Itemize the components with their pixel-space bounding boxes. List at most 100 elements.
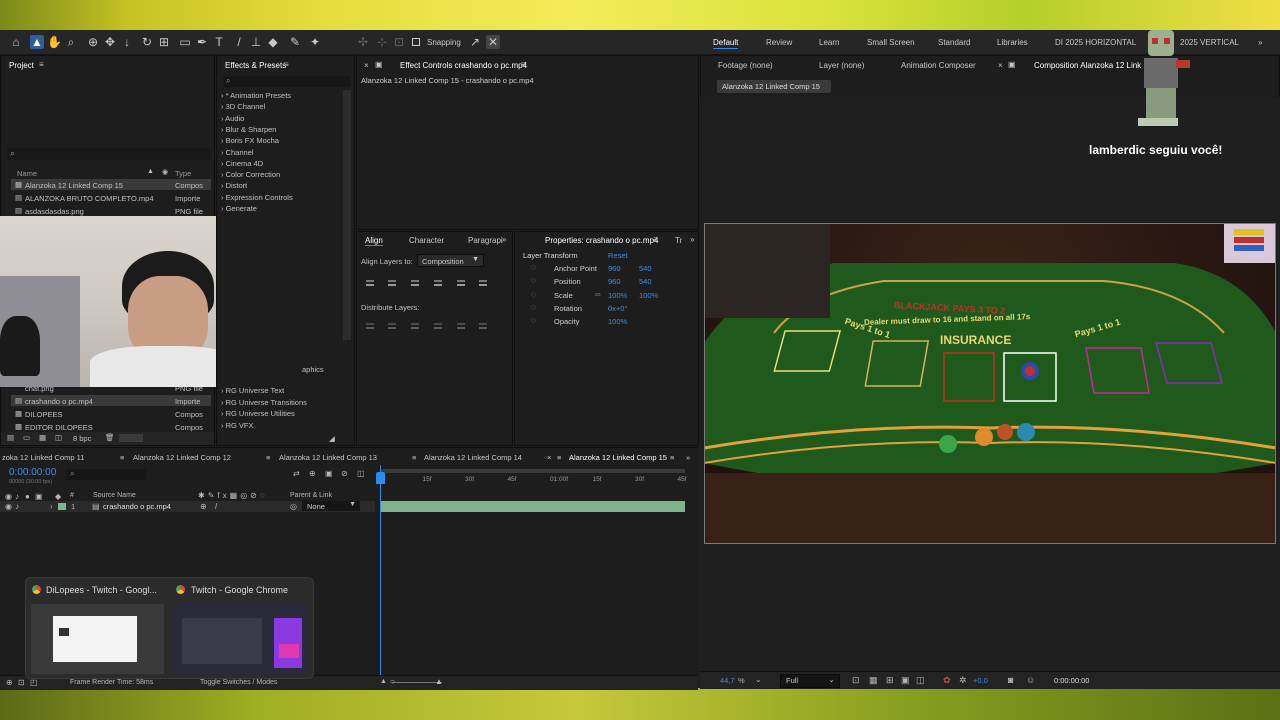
align-left-icon[interactable] bbox=[364, 277, 376, 289]
chevron-down-icon[interactable]: ⌄ bbox=[755, 675, 762, 684]
label-icon[interactable]: ◆ bbox=[55, 492, 61, 501]
axis-view-icon[interactable]: ⊡ bbox=[392, 35, 406, 49]
close-tab-icon[interactable]: ≡ bbox=[120, 453, 124, 462]
reset-button[interactable]: Reset bbox=[608, 251, 628, 260]
tab-composition[interactable]: Composition Alanzoka 12 Link bbox=[1034, 61, 1141, 70]
zoom-out-icon[interactable]: ▲ bbox=[380, 678, 387, 685]
eraser-icon[interactable]: ◆ bbox=[266, 35, 280, 49]
timeline-timecode[interactable]: 0:00:00:00 bbox=[9, 467, 56, 478]
tab-layer[interactable]: Layer (none) bbox=[819, 61, 864, 70]
tab-paragraph[interactable]: Paragrapi bbox=[468, 236, 503, 245]
effect-category-partial[interactable]: aphics bbox=[302, 365, 324, 374]
panel-menu-icon[interactable]: ≡ bbox=[653, 235, 658, 244]
sort-arrow-icon[interactable]: ▲ bbox=[147, 168, 154, 175]
project-item-name[interactable]: EDITOR DILOPEES bbox=[25, 423, 93, 432]
panel-menu-icon[interactable]: ≡ bbox=[521, 60, 526, 69]
stopwatch-icon[interactable]: ◌ bbox=[531, 290, 536, 299]
timeline-tab-comp-11[interactable]: zoka 12 Linked Comp 11 bbox=[2, 453, 84, 462]
solo-icon[interactable]: ● bbox=[25, 492, 30, 501]
speaker-icon[interactable]: ♪ bbox=[15, 502, 19, 511]
comp-breadcrumb[interactable]: Alanzoka 12 Linked Comp 15 bbox=[717, 80, 831, 93]
property-value[interactable]: 0x+0° bbox=[608, 304, 627, 313]
distribute-left-icon[interactable] bbox=[432, 320, 444, 332]
grid-guides-icon[interactable]: ▣ bbox=[901, 675, 910, 686]
align-hcenter-icon[interactable] bbox=[386, 277, 398, 289]
distribute-vcenter-icon[interactable] bbox=[386, 320, 398, 332]
adjust-icon[interactable]: ◫ bbox=[55, 433, 62, 442]
type-tool-icon[interactable]: T bbox=[212, 35, 226, 49]
window-thumbnail[interactable] bbox=[174, 604, 307, 674]
window-title[interactable]: Twitch - Google Chrome bbox=[191, 585, 288, 595]
property-value[interactable]: 100% bbox=[608, 317, 627, 326]
zoom-tool-icon[interactable]: ⌕ bbox=[64, 35, 78, 49]
snap-option-icon[interactable]: ↗ bbox=[468, 35, 482, 49]
axis-icon[interactable]: ✢ bbox=[356, 35, 370, 49]
color-management-icon[interactable]: ✿ bbox=[943, 675, 951, 686]
project-item-name[interactable]: DILOPEES bbox=[25, 410, 63, 419]
tab-character[interactable]: Character bbox=[409, 236, 444, 245]
project-item-name[interactable]: ALANZOKA BRUTO COMPLETO.mp4 bbox=[25, 194, 154, 203]
switches-header-icons[interactable]: ✱✎fx▦◎⊘◌ bbox=[198, 491, 268, 500]
source-name-header[interactable]: Source Name bbox=[93, 492, 136, 499]
timeline-tab-comp-13[interactable]: Alanzoka 12 Linked Comp 13 bbox=[279, 453, 377, 462]
expand-layer-icon[interactable]: › bbox=[50, 502, 53, 511]
more-tabs-icon[interactable]: » bbox=[686, 453, 690, 462]
effects-search-input[interactable]: ⌕ bbox=[223, 76, 350, 87]
time-ruler[interactable]: 0f15f30f45f01:00f15f30f45f bbox=[380, 448, 687, 488]
window-thumbnail[interactable] bbox=[31, 604, 164, 674]
home-icon[interactable]: ⌂ bbox=[9, 35, 23, 49]
column-name-header[interactable]: Name bbox=[17, 169, 37, 178]
axis-world-icon[interactable]: ⊹ bbox=[375, 35, 389, 49]
column-type-header[interactable]: Type bbox=[175, 169, 191, 178]
layer-label-color[interactable] bbox=[58, 503, 66, 510]
effect-category[interactable]: › Channel bbox=[221, 148, 254, 157]
effect-category[interactable]: › Boris FX Mocha bbox=[221, 136, 279, 145]
snapping-checkbox[interactable] bbox=[412, 38, 420, 46]
trash-icon[interactable]: 🗑 bbox=[105, 433, 115, 442]
viewer-timecode[interactable]: 0:00:00:00 bbox=[1054, 676, 1089, 685]
project-tab[interactable]: Project bbox=[9, 61, 34, 70]
timeline-tab-comp-12[interactable]: Alanzoka 12 Linked Comp 12 bbox=[133, 453, 231, 462]
zoom-slider-handle[interactable]: ○ bbox=[390, 677, 395, 686]
hand-tool-icon[interactable]: ✋ bbox=[47, 35, 62, 49]
close-tab-icon[interactable]: × bbox=[998, 61, 1003, 70]
effect-controls-tab[interactable]: Effect Controls crashando o pc.mp4 bbox=[400, 61, 527, 70]
align-bottom-icon[interactable] bbox=[477, 277, 489, 289]
lock-icon[interactable]: ▣ bbox=[375, 60, 383, 69]
property-value[interactable]: 960 bbox=[608, 264, 621, 273]
zoom-level[interactable]: 44,7 bbox=[720, 676, 735, 685]
effect-category[interactable]: › 3D Channel bbox=[221, 102, 265, 111]
pan-tool-icon[interactable]: ✥ bbox=[103, 35, 117, 49]
project-item-name[interactable]: crashando o pc.mp4 bbox=[25, 397, 93, 406]
pen-tool-icon[interactable]: ✒ bbox=[195, 35, 209, 49]
selection-tool-icon[interactable]: ▲ bbox=[30, 35, 44, 49]
align-to-select[interactable]: Composition ▼ bbox=[417, 254, 484, 267]
parent-link-header[interactable]: Parent & Link bbox=[290, 492, 332, 499]
in-out-icon[interactable]: ◰ bbox=[30, 678, 38, 687]
layer-row[interactable]: ◉ ♪ › 1 ▤ crashando o pc.mp4 ⊕ / ◎ None … bbox=[0, 501, 375, 512]
distribute-bottom-icon[interactable] bbox=[409, 320, 421, 332]
parent-select[interactable]: None ▼ bbox=[302, 501, 360, 511]
quality-switch-icon[interactable]: / bbox=[215, 502, 217, 511]
new-folder-icon[interactable]: ▭ bbox=[23, 433, 30, 442]
effect-category[interactable]: › RG Universe Utilities bbox=[221, 409, 295, 418]
distribute-right-icon[interactable] bbox=[477, 320, 489, 332]
panel-menu-icon[interactable]: ≡ bbox=[39, 60, 44, 69]
distribute-hcenter-icon[interactable] bbox=[455, 320, 467, 332]
comp-flowchart-icon[interactable]: ⇄ bbox=[293, 469, 300, 478]
align-right-icon[interactable] bbox=[409, 277, 421, 289]
workspace-standard[interactable]: Standard bbox=[938, 38, 970, 47]
more-tabs-icon[interactable]: » bbox=[502, 235, 506, 244]
property-value[interactable]: 100% bbox=[608, 291, 627, 300]
workspace-small-screen[interactable]: Small Screen bbox=[867, 38, 915, 47]
effect-category[interactable]: › RG Universe Text bbox=[221, 386, 284, 395]
rectangle-tool-icon[interactable]: ▭ bbox=[178, 35, 192, 49]
close-tab-icon[interactable]: × bbox=[364, 61, 369, 70]
stopwatch-icon[interactable]: ◌ bbox=[531, 276, 536, 285]
effect-category[interactable]: › RG Universe Transitions bbox=[221, 398, 307, 407]
graph-editor-icon[interactable]: ◫ bbox=[357, 469, 365, 478]
draft-3d-icon[interactable]: ⊕ bbox=[309, 469, 316, 478]
project-item-name[interactable]: Alanzoka 12 Linked Comp 15 bbox=[25, 181, 123, 190]
effect-category[interactable]: › RG VFX bbox=[221, 421, 254, 430]
layer-switches-icon[interactable]: ⊕ bbox=[6, 678, 13, 687]
